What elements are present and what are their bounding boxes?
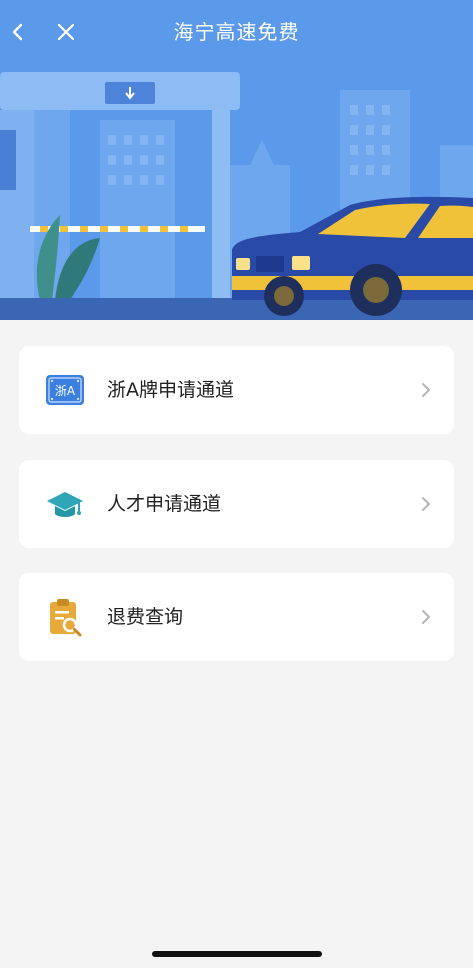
- menu-item-talent[interactable]: 人才申请通道: [19, 460, 454, 548]
- menu-item-refund-query[interactable]: 退费查询: [19, 573, 454, 661]
- plate-text: 浙A: [55, 384, 76, 398]
- chevron-right-icon: [422, 610, 430, 624]
- clipboard-search-icon: [45, 597, 85, 637]
- menu-item-zhe-a-plate[interactable]: 浙A 浙A牌申请通道: [19, 346, 454, 434]
- chevron-right-icon: [422, 497, 430, 511]
- zhe-a-plate-icon: 浙A: [45, 370, 85, 410]
- menu-item-label: 人才申请通道: [107, 493, 222, 515]
- top-navigation-bar: 海宁高速免费: [0, 0, 473, 64]
- page-title: 海宁高速免费: [173, 20, 300, 44]
- menu-item-label: 浙A牌申请通道: [107, 379, 234, 401]
- menu-item-label: 退费查询: [107, 606, 184, 628]
- chevron-right-icon: [422, 383, 430, 397]
- graduation-cap-icon: [45, 484, 85, 524]
- home-indicator[interactable]: [152, 951, 322, 957]
